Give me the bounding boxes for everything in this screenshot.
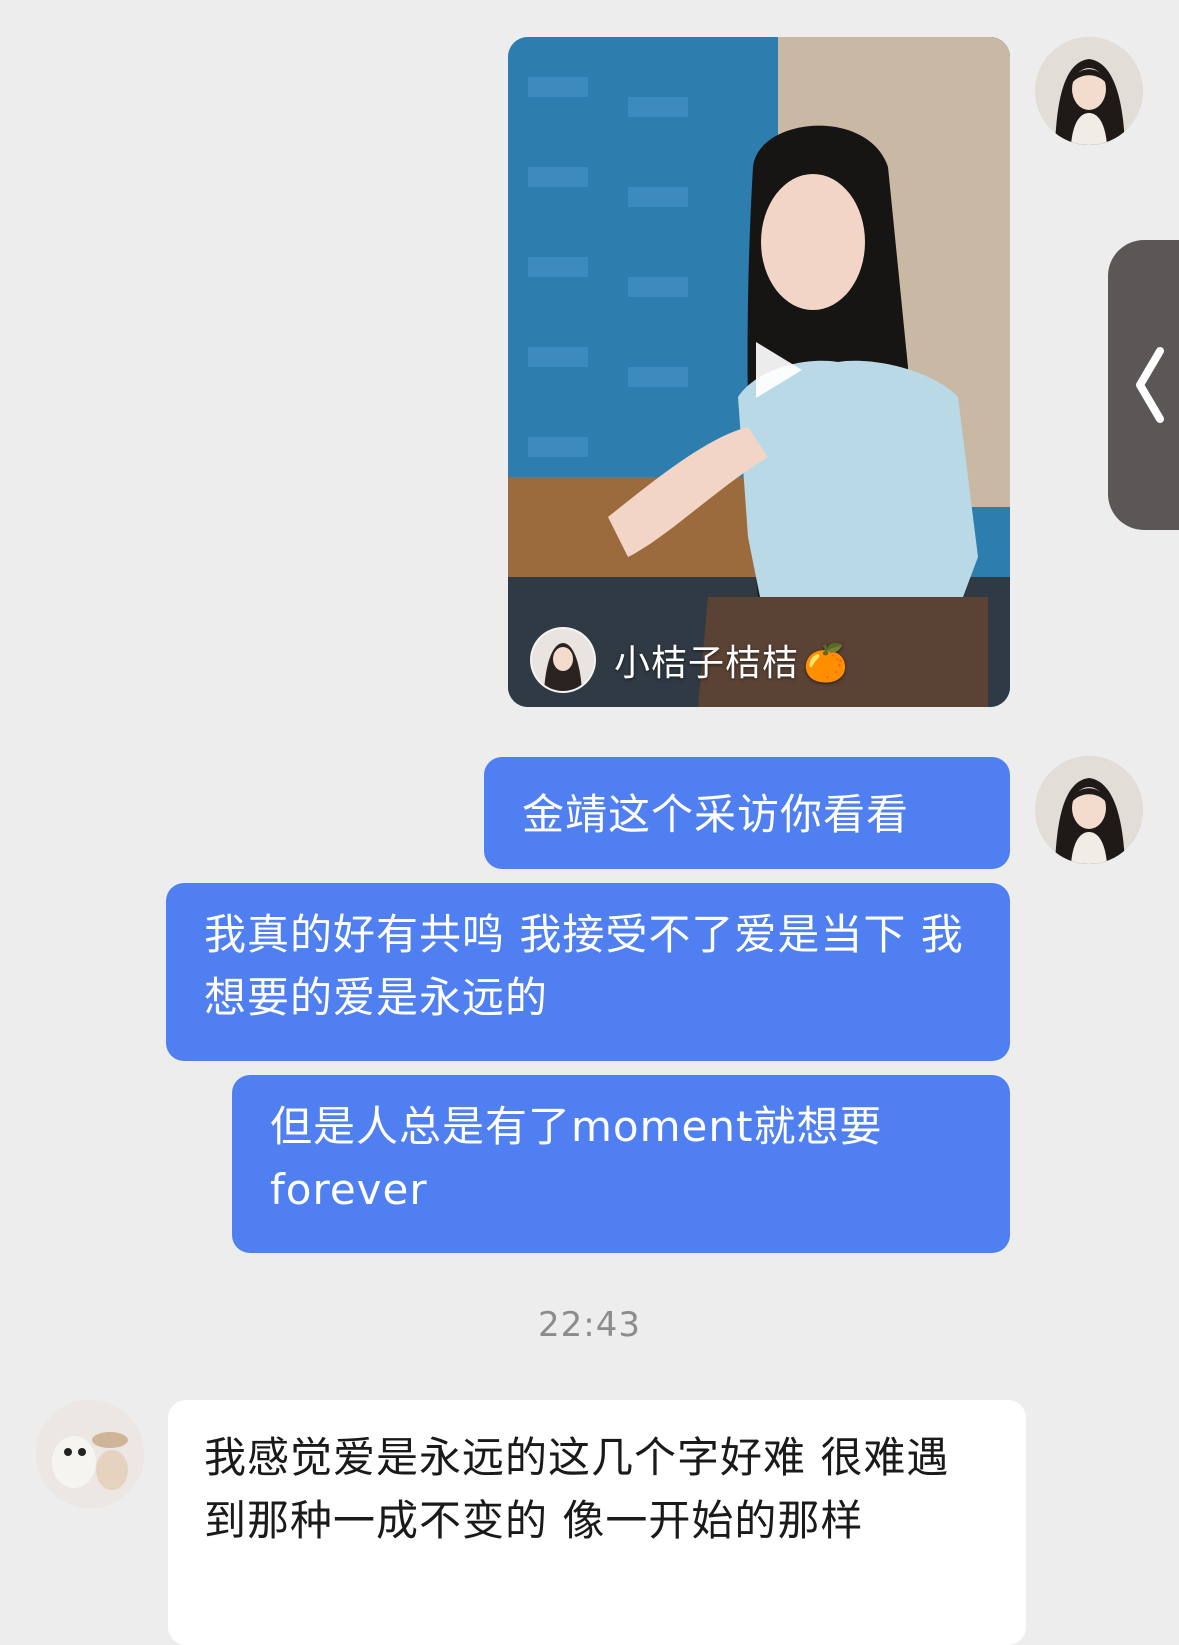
- message-text: 我感觉爱是永远的这几个字好难 很难遇到那种一成不变的 像一开始的那样: [204, 1433, 950, 1545]
- orange-emoji-icon: 🍊: [803, 642, 849, 684]
- video-message[interactable]: 小桔子桔桔 🍊: [508, 37, 1010, 707]
- avatar-portrait-icon: [1035, 37, 1143, 145]
- avatar-portrait-icon: [1035, 756, 1143, 864]
- chevron-left-icon: [1136, 347, 1164, 423]
- message-bubble-sent[interactable]: 金靖这个采访你看看: [484, 757, 1010, 869]
- video-author-avatar[interactable]: [530, 626, 596, 693]
- my-avatar[interactable]: [1035, 37, 1143, 145]
- message-text: 金靖这个采访你看看: [522, 790, 910, 839]
- message-bubble-received[interactable]: 我感觉爱是永远的这几个字好难 很难遇到那种一成不变的 像一开始的那样: [168, 1400, 1026, 1645]
- author-portrait-icon: [532, 628, 594, 691]
- my-avatar[interactable]: [1035, 756, 1143, 864]
- side-panel-handle[interactable]: [1108, 240, 1179, 530]
- message-text: 但是人总是有了moment就想要forever: [270, 1102, 883, 1214]
- timestamp: 22:43: [538, 1305, 641, 1345]
- video-author-name: 小桔子桔桔 🍊: [614, 634, 849, 686]
- message-text: 我真的好有共鸣 我接受不了爱是当下 我想要的爱是永远的: [204, 910, 964, 1022]
- avatar-photo-icon: [36, 1400, 144, 1508]
- message-bubble-sent[interactable]: 我真的好有共鸣 我接受不了爱是当下 我想要的爱是永远的: [166, 883, 1010, 1061]
- message-bubble-sent[interactable]: 但是人总是有了moment就想要forever: [232, 1075, 1010, 1253]
- play-icon[interactable]: [736, 332, 812, 408]
- author-name-text: 小桔子桔桔: [614, 642, 800, 684]
- contact-avatar[interactable]: [36, 1400, 144, 1508]
- video-author-row: 小桔子桔桔 🍊: [508, 612, 1010, 707]
